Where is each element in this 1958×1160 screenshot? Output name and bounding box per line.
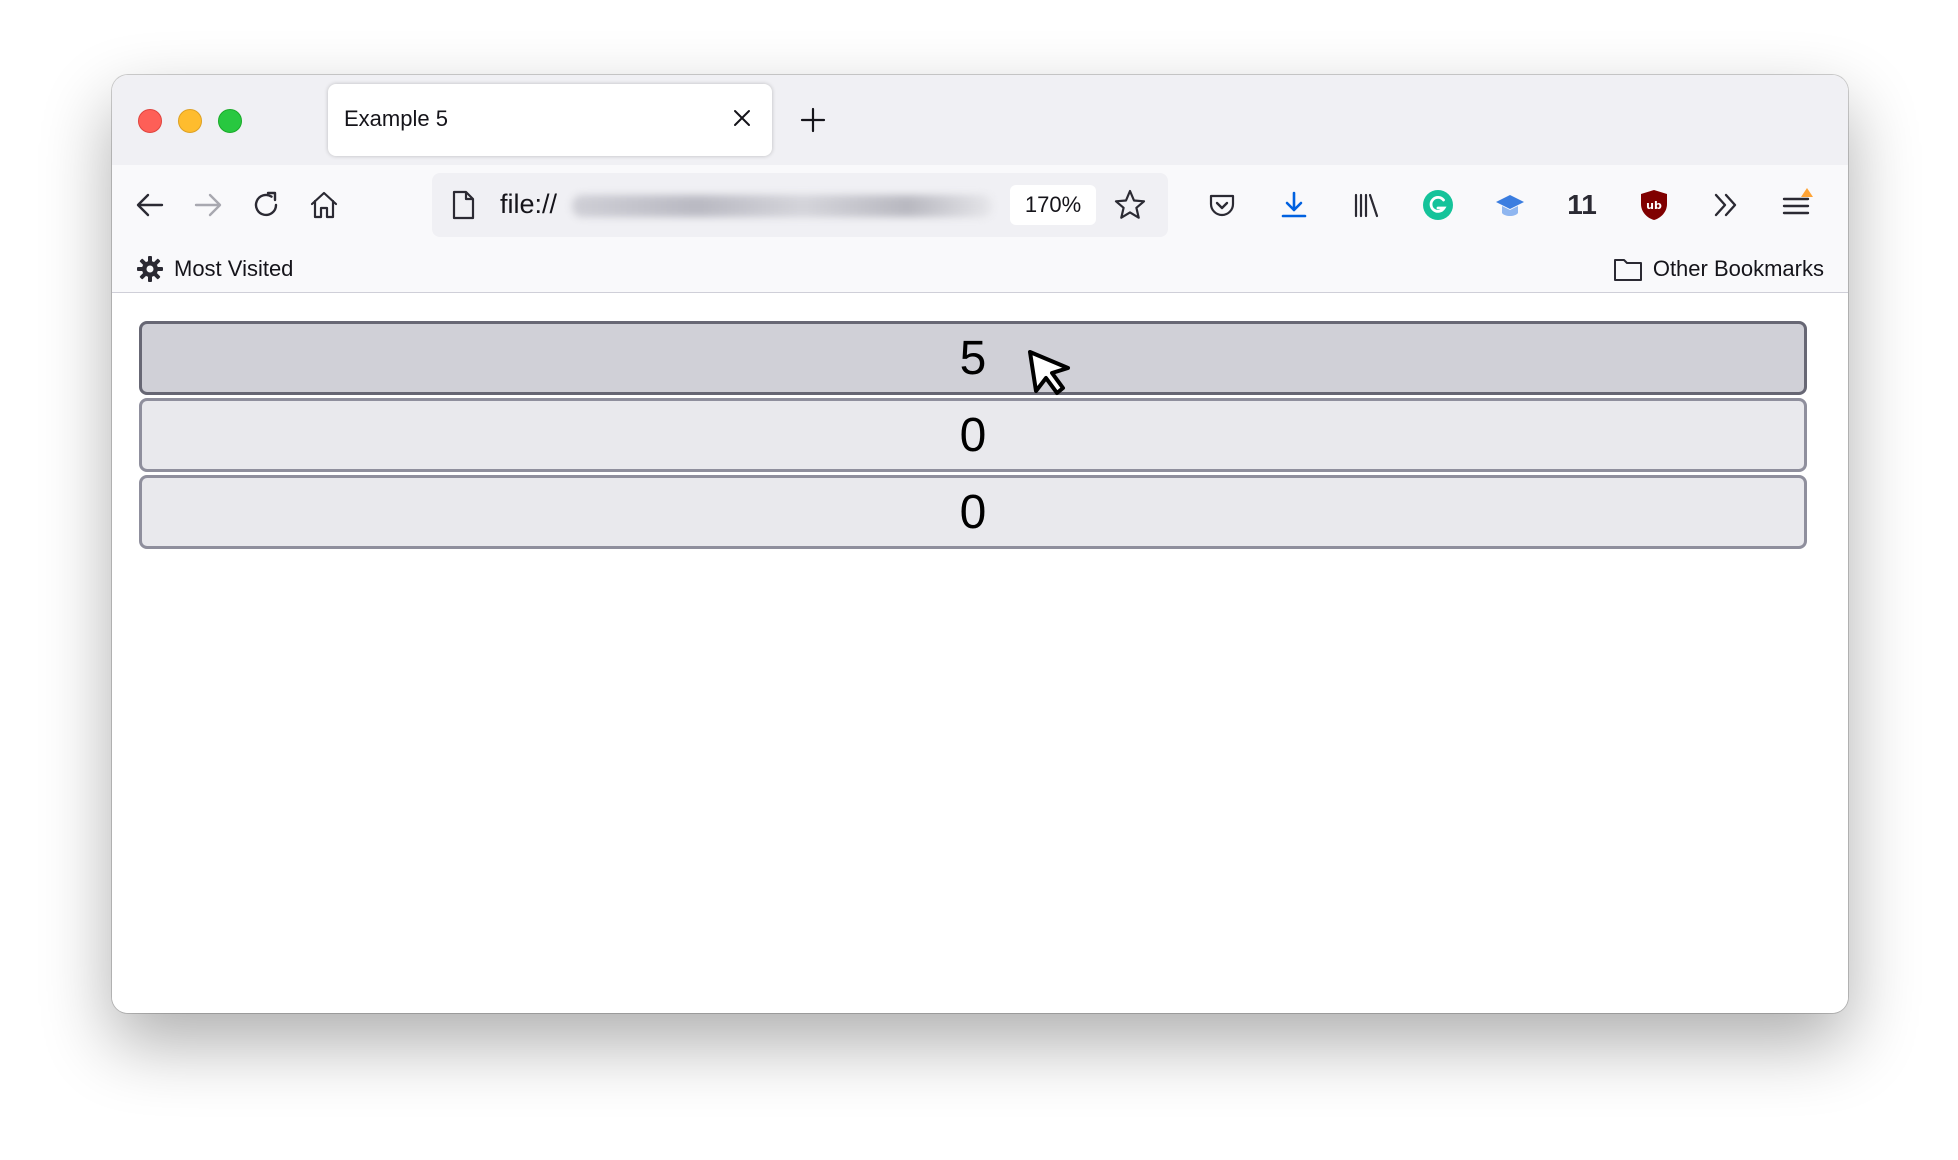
bookmark-other-bookmarks[interactable]: Other Bookmarks [1613,253,1824,285]
arrow-left-icon [136,193,164,217]
chevrons-right-icon [1714,193,1737,217]
minimize-window-button[interactable] [178,109,202,133]
ublock-extension-button[interactable]: ub [1632,183,1676,227]
plus-icon [800,107,826,133]
extension-count-button[interactable]: 11 [1560,183,1604,227]
library-icon [1354,193,1379,218]
tab-example-5[interactable]: Example 5 [328,84,772,156]
most-visited-label: Most Visited [174,256,294,281]
gear-icon [137,256,163,282]
extension-count-badge: 11 [1567,189,1597,220]
grammarly-icon [1423,190,1453,220]
home-icon [310,191,338,219]
folder-icon [1613,259,1642,281]
close-icon[interactable] [728,104,756,132]
downloads-button[interactable] [1272,183,1316,227]
download-icon [1281,191,1307,218]
graduation-cap-icon [1496,195,1524,216]
app-menu-button[interactable] [1776,183,1820,227]
navigation-toolbar: file:// 170% 11 ub [112,165,1848,245]
ublock-icon: ub [1641,190,1667,220]
zoom-level-button[interactable]: 170% [1010,185,1096,225]
reload-icon [254,191,278,217]
counter-button-3[interactable]: 0 [139,475,1807,549]
overflow-menu-button[interactable] [1704,183,1748,227]
mouse-cursor-icon [1028,350,1070,395]
tab-title: Example 5 [344,106,448,131]
bookmark-most-visited[interactable]: Most Visited [136,253,293,285]
graduation-extension-button[interactable] [1488,183,1532,227]
close-window-button[interactable] [138,109,162,133]
reload-button[interactable] [244,183,288,227]
other-bookmarks-label: Other Bookmarks [1652,256,1824,281]
counter-button-2[interactable]: 0 [139,398,1807,472]
url-bar[interactable]: file:// 170% [432,173,1168,237]
arrow-right-icon [194,193,222,217]
hamburger-menu-icon [1782,188,1813,215]
library-button[interactable] [1344,183,1388,227]
page-icon [452,190,475,220]
back-button[interactable] [128,183,172,227]
pocket-button[interactable] [1200,183,1244,227]
counter-button-1[interactable]: 5 [139,321,1807,395]
forward-button[interactable] [186,183,230,227]
browser-window: Example 5 file:// 170% 11 ub Most Visite… [112,75,1848,1013]
url-path-redacted [572,195,992,217]
svg-text:ub: ub [1646,199,1662,212]
page-content: 5 0 0 [112,294,1848,1013]
pocket-icon [1209,194,1235,217]
star-icon [1114,189,1146,219]
zoom-window-button[interactable] [218,109,242,133]
bookmarks-toolbar: Most Visited Other Bookmarks [112,245,1848,293]
url-text: file:// [500,189,558,219]
home-button[interactable] [302,183,346,227]
tab-strip: Example 5 [112,75,1848,165]
bookmark-star-button[interactable] [1110,185,1150,225]
new-tab-button[interactable] [796,103,830,137]
grammarly-extension-button[interactable] [1416,183,1460,227]
